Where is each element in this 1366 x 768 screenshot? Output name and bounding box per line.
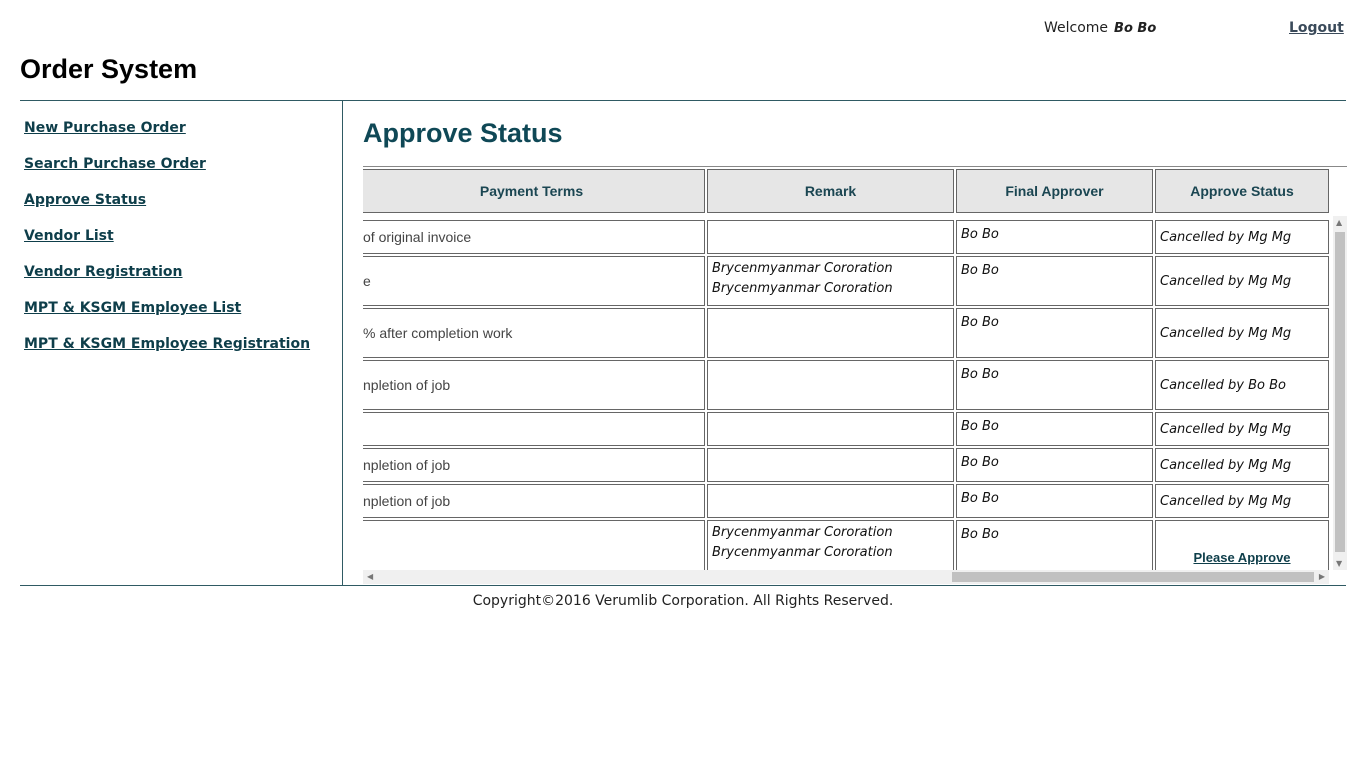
vertical-scrollbar[interactable]: ▲ ▼ (1333, 216, 1347, 570)
sidebar-item-new-purchase-order[interactable]: New Purchase Order (24, 120, 310, 156)
cell-final-approver: Bo Bo (956, 308, 1153, 358)
welcome-text: Welcome Bo Bo (1044, 20, 1156, 36)
sidebar-nav: New Purchase Order Search Purchase Order… (24, 120, 310, 372)
cell-remark (707, 448, 954, 482)
header-divider (20, 100, 1346, 101)
cell-remark: Brycenmyanmar Cororation Brycenmyanmar Co… (707, 256, 954, 306)
page-title: Approve Status (363, 118, 563, 148)
cell-approve-status: Cancelled by Mg Mg (1155, 448, 1329, 482)
cell-final-approver: Bo Bo (956, 520, 1153, 570)
cell-remark (707, 412, 954, 446)
remark-line: Brycenmyanmar Cororation (712, 525, 893, 540)
horizontal-scrollbar[interactable]: ◀ ▶ (363, 570, 1329, 584)
scroll-down-icon[interactable]: ▼ (1336, 559, 1342, 568)
cell-approve-status: Cancelled by Mg Mg (1155, 220, 1329, 254)
cell-approve-status: Cancelled by Bo Bo (1155, 360, 1329, 410)
scroll-right-icon[interactable]: ▶ (1319, 572, 1325, 581)
cell-payment-terms (363, 520, 705, 570)
cell-final-approver: Bo Bo (956, 360, 1153, 410)
cell-payment-terms: npletion of job (363, 484, 705, 518)
sidebar-item-employee-list[interactable]: MPT & KSGM Employee List (24, 300, 310, 336)
scroll-up-icon[interactable]: ▲ (1336, 218, 1342, 227)
cell-remark (707, 360, 954, 410)
column-header-remark[interactable]: Remark (707, 169, 954, 213)
cell-remark (707, 308, 954, 358)
column-header-payment-terms[interactable]: Payment Terms (363, 169, 705, 213)
sidebar-divider (342, 100, 343, 586)
cell-payment-terms: e (363, 256, 705, 306)
cell-payment-terms: of original invoice (363, 220, 705, 254)
cell-final-approver: Bo Bo (956, 484, 1153, 518)
sidebar-item-search-purchase-order[interactable]: Search Purchase Order (24, 156, 310, 192)
logout-link[interactable]: Logout (1289, 20, 1344, 36)
sidebar-item-vendor-registration[interactable]: Vendor Registration (24, 264, 310, 300)
cell-approve-status: Cancelled by Mg Mg (1155, 256, 1329, 306)
cell-final-approver: Bo Bo (956, 256, 1153, 306)
sidebar-item-vendor-list[interactable]: Vendor List (24, 228, 310, 264)
scroll-left-icon[interactable]: ◀ (367, 572, 373, 581)
horizontal-scroll-thumb[interactable] (952, 572, 1314, 582)
cell-payment-terms: npletion of job (363, 448, 705, 482)
sidebar-item-approve-status[interactable]: Approve Status (24, 192, 310, 228)
cell-remark: Brycenmyanmar Cororation Brycenmyanmar Co… (707, 520, 954, 570)
remark-line: Brycenmyanmar Cororation (712, 261, 893, 276)
cell-approve-status: Cancelled by Mg Mg (1155, 412, 1329, 446)
cell-final-approver: Bo Bo (956, 412, 1153, 446)
cell-approve-status: Cancelled by Mg Mg (1155, 308, 1329, 358)
cell-payment-terms (363, 412, 705, 446)
user-name: Bo Bo (1114, 21, 1157, 36)
please-approve-link[interactable]: Please Approve (1155, 520, 1329, 570)
cell-final-approver: Bo Bo (956, 448, 1153, 482)
cell-approve-status: Cancelled by Mg Mg (1155, 484, 1329, 518)
footer-divider (20, 585, 1346, 586)
cell-remark (707, 484, 954, 518)
cell-payment-terms: % after completion work (363, 308, 705, 358)
approve-status-table: Payment Terms Remark Final Approver Approve… (363, 166, 1347, 570)
column-header-final-approver[interactable]: Final Approver (956, 169, 1153, 213)
remark-line: Brycenmyanmar Cororation (712, 545, 893, 560)
cell-remark (707, 220, 954, 254)
cell-payment-terms: npletion of job (363, 360, 705, 410)
vertical-scroll-thumb[interactable] (1335, 232, 1345, 552)
cell-final-approver: Bo Bo (956, 220, 1153, 254)
remark-line: Brycenmyanmar Cororation (712, 281, 893, 296)
copyright: Copyright©2016 Verumlib Corporation. All… (472, 593, 894, 609)
welcome-label: Welcome (1044, 20, 1109, 36)
app-title: Order System (20, 54, 198, 84)
column-header-approve-status[interactable]: Approve Status (1155, 169, 1329, 213)
sidebar-item-employee-registration[interactable]: MPT & KSGM Employee Registration (24, 336, 310, 372)
